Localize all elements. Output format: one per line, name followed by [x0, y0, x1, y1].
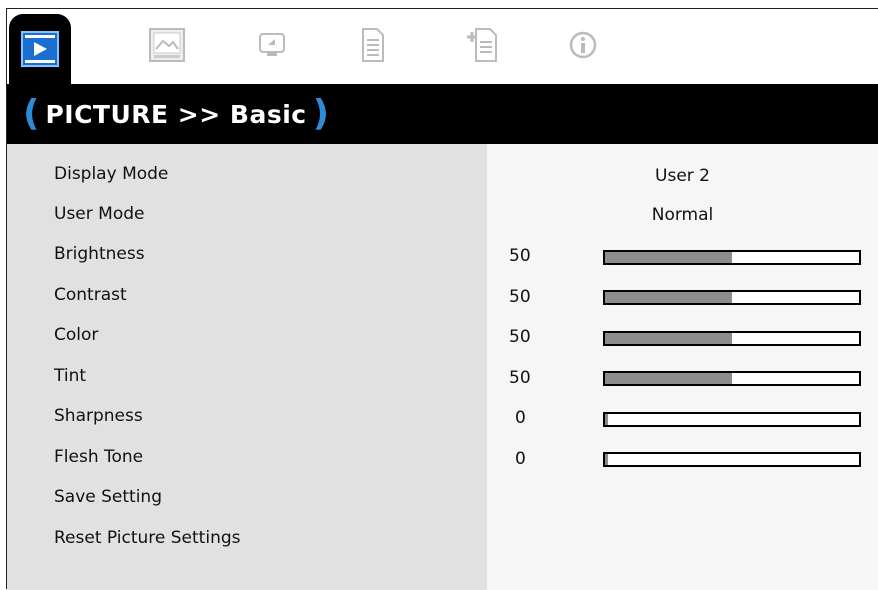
slider-fill: [605, 292, 732, 303]
color-value: 50: [509, 327, 531, 347]
page-title: PICTURE >> Basic: [45, 99, 307, 129]
tint-value: 50: [509, 368, 531, 388]
info-icon: [569, 31, 597, 59]
flesh-tone-value: 0: [515, 449, 526, 469]
slider-fill: [605, 373, 732, 384]
color-slider[interactable]: [603, 331, 861, 346]
menu-item-save-setting[interactable]: Save Setting: [54, 487, 162, 507]
brightness-value: 50: [509, 246, 531, 266]
sharpness-value: 0: [515, 408, 526, 428]
tab-info[interactable]: [552, 14, 614, 76]
osd-menu: ( PICTURE >> Basic ) Display Mode User M…: [6, 8, 878, 590]
menu-item-color[interactable]: Color: [54, 325, 98, 345]
display-icon: [259, 33, 285, 56]
display-mode-value[interactable]: User 2: [487, 166, 878, 186]
menu-item-tint[interactable]: Tint: [54, 366, 86, 386]
menu-item-contrast[interactable]: Contrast: [54, 285, 127, 305]
menu-item-reset-picture-settings[interactable]: Reset Picture Settings: [54, 528, 241, 548]
menu-item-brightness[interactable]: Brightness: [54, 244, 145, 264]
menu-items-panel: Display Mode User Mode Brightness Contra…: [7, 144, 487, 590]
contrast-slider[interactable]: [603, 290, 861, 305]
tint-slider[interactable]: [603, 371, 861, 386]
menu-values-panel: User 2 Normal 50 50 50 50 0 0: [487, 144, 878, 590]
document-add-icon: [467, 28, 497, 62]
slider-fill: [605, 333, 732, 344]
menu-item-user-mode[interactable]: User Mode: [54, 204, 144, 224]
contrast-value: 50: [509, 287, 531, 307]
flesh-tone-slider[interactable]: [603, 452, 861, 467]
menu-item-sharpness[interactable]: Sharpness: [54, 406, 143, 426]
tab-bar: [7, 9, 878, 84]
tab-setup[interactable]: [341, 14, 403, 76]
sharpness-slider[interactable]: [603, 412, 861, 427]
tab-image[interactable]: [136, 14, 198, 76]
image-adjust-icon: [149, 28, 185, 62]
picture-play-icon: [21, 31, 59, 67]
slider-fill: [605, 252, 732, 263]
tab-options[interactable]: [451, 14, 513, 76]
slider-fill: [605, 454, 608, 465]
settings-document-icon: [362, 28, 384, 62]
header-open-paren: (: [23, 93, 40, 134]
menu-header: ( PICTURE >> Basic ): [7, 84, 878, 144]
slider-fill: [605, 414, 608, 425]
user-mode-value[interactable]: Normal: [487, 205, 878, 225]
tab-display[interactable]: [241, 14, 303, 76]
tab-picture[interactable]: [9, 14, 71, 84]
brightness-slider[interactable]: [603, 250, 861, 265]
menu-item-flesh-tone[interactable]: Flesh Tone: [54, 447, 143, 467]
header-close-paren: ): [312, 93, 330, 134]
menu-item-display-mode[interactable]: Display Mode: [54, 164, 168, 184]
